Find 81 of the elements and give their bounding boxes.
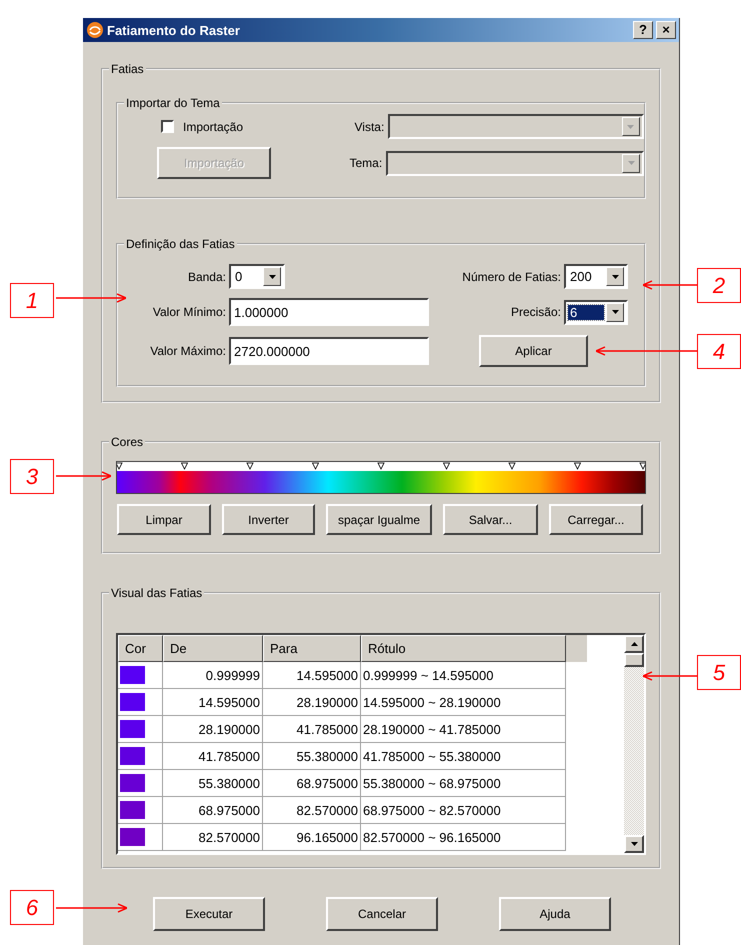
dropdown[interactable]: 200 xyxy=(564,264,628,289)
table-cell: 0.999999 xyxy=(163,662,263,689)
dropdown-caret-icon xyxy=(268,274,276,278)
table-cell: 68.975000 ~ 82.570000 xyxy=(361,797,566,824)
input-field[interactable]: 2720.000000 xyxy=(229,337,429,365)
scroll-up-button[interactable] xyxy=(624,635,644,653)
field-label: Valor Máximo: xyxy=(149,344,226,358)
table-cell: 82.570000 xyxy=(163,824,263,851)
column-header[interactable]: Cor xyxy=(118,635,163,662)
callout-arrow xyxy=(643,279,697,291)
table-cell: 41.785000 ~ 55.380000 xyxy=(361,743,566,770)
header-background xyxy=(566,635,587,662)
callout-label: 4 xyxy=(697,334,741,369)
field-label: Tema: xyxy=(348,156,382,170)
table-cell: 55.380000 xyxy=(163,770,263,797)
table-cell: 0.999999 ~ 14.595000 xyxy=(361,662,566,689)
dropdown[interactable]: 0 xyxy=(229,264,285,289)
ramp-button[interactable]: Inverter xyxy=(222,504,315,535)
callout-arrow xyxy=(56,292,126,304)
group-label: Fatias xyxy=(110,62,145,76)
callout-label: 6 xyxy=(10,890,54,925)
table-cell: 55.380000 xyxy=(263,743,361,770)
dropdown-caret-icon xyxy=(612,274,618,278)
down-arrow-icon xyxy=(630,842,638,846)
checkbox-label: Importação xyxy=(183,120,244,134)
table-cell: 14.595000 ~ 28.190000 xyxy=(361,689,566,716)
table-cell: 28.190000 ~ 41.785000 xyxy=(361,716,566,743)
callout-label: 3 xyxy=(10,459,54,494)
dialog-button[interactable]: Ajuda xyxy=(499,897,611,931)
app-logo-icon xyxy=(86,21,104,39)
callout-label: 2 xyxy=(697,268,741,303)
dialog-button[interactable]: Cancelar xyxy=(326,897,438,931)
field-label: Vista: xyxy=(354,120,384,134)
group-label: Cores xyxy=(110,435,144,449)
table-cell: 82.570000 xyxy=(263,797,361,824)
ramp-button[interactable]: Limpar xyxy=(117,504,211,535)
scroll-down-button[interactable] xyxy=(624,835,644,853)
dialog-button[interactable]: Executar xyxy=(153,897,265,931)
table-cell: 14.595000 xyxy=(263,662,361,689)
ramp-button[interactable]: spaçar Igualme xyxy=(326,504,432,535)
up-arrow-icon xyxy=(630,642,638,646)
close-button[interactable]: × xyxy=(656,21,676,39)
table-cell: 82.570000 ~ 96.165000 xyxy=(361,824,566,851)
field-label: Precisão: xyxy=(510,305,561,319)
group-label: Definição das Fatias xyxy=(125,237,236,251)
checkbox[interactable] xyxy=(161,120,174,133)
scrollbar[interactable] xyxy=(624,635,644,853)
callout-arrow xyxy=(56,470,111,482)
callout-label: 1 xyxy=(10,283,54,318)
ramp-markers-drawing[interactable] xyxy=(117,462,645,471)
apply-button[interactable]: Aplicar xyxy=(479,335,588,367)
dropdown-caret-icon xyxy=(612,310,618,314)
column-header[interactable]: Para xyxy=(263,635,361,662)
table-cell: 28.190000 xyxy=(163,716,263,743)
ramp-button[interactable]: Carregar... xyxy=(549,504,643,535)
table-cell: 55.380000 ~ 68.975000 xyxy=(361,770,566,797)
group-label: Importar do Tema xyxy=(125,96,221,110)
table-cell: 41.785000 xyxy=(263,716,361,743)
table-cell: 14.595000 xyxy=(163,689,263,716)
callout-arrow xyxy=(643,670,697,682)
dropdown-caret-icon xyxy=(628,161,634,165)
table-cell: 96.165000 xyxy=(263,824,361,851)
table-cell: 41.785000 xyxy=(163,743,263,770)
dropdown-caret-icon xyxy=(627,124,634,128)
help-button[interactable]: ? xyxy=(633,21,653,39)
field-label: Valor Mínimo: xyxy=(152,305,226,319)
window-title: Fatiamento do Raster xyxy=(107,22,241,38)
column-header[interactable]: Rótulo xyxy=(361,635,566,662)
ramp-button[interactable]: Salvar... xyxy=(443,504,538,535)
group-label: Visual das Fatias xyxy=(110,586,204,600)
scroll-thumb[interactable] xyxy=(624,653,644,667)
callout-label: 5 xyxy=(697,655,741,690)
table-cell: 28.190000 xyxy=(263,689,361,716)
dropdown[interactable]: 6 xyxy=(564,300,628,324)
callout-arrow xyxy=(56,902,127,914)
input-field[interactable]: 1.000000 xyxy=(229,298,429,326)
table-cell: 68.975000 xyxy=(163,797,263,824)
column-header[interactable]: De xyxy=(163,635,263,662)
field-label: Número de Fatias: xyxy=(461,270,561,284)
table-cell: 68.975000 xyxy=(263,770,361,797)
field-label: Banda: xyxy=(186,270,226,284)
